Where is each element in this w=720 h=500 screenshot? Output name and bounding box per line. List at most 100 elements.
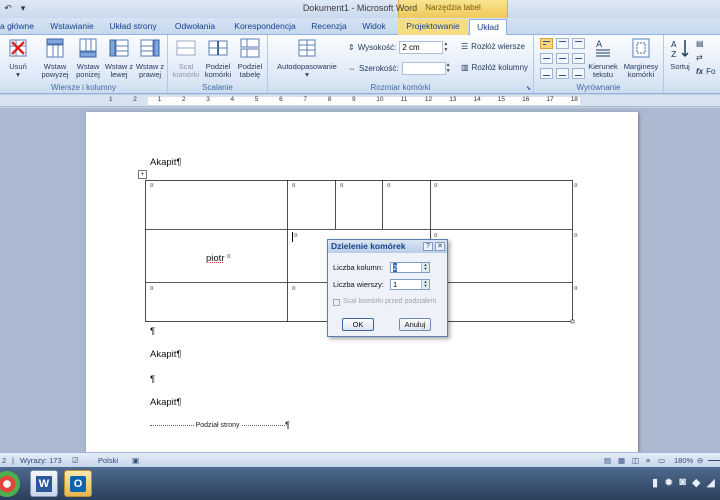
volume-icon[interactable]: ◢ [706,476,714,489]
outlook-tray-icon[interactable]: ◙ [679,476,686,489]
tab-home[interactable]: a główne [0,19,36,35]
insert-below-button[interactable]: Wstaw poniżej [72,37,104,79]
group-data: AZ Sortuj ▤ ⇄ fx Fo [664,35,720,93]
height-spin-arrows[interactable]: ▲ ▼ [443,41,452,54]
paragraph-3[interactable]: ¶ [150,374,155,385]
tab-insert[interactable]: Wstawianie [46,19,98,35]
merge-before-split-checkbox[interactable] [333,299,340,306]
align-top-right-icon[interactable] [572,38,585,49]
cell-end-mark: ¤ [387,182,391,189]
help-button[interactable]: ? [423,242,433,251]
height-input[interactable]: 2 cm ▲ ▼ [399,41,448,54]
settings-icon[interactable]: ✹ [664,476,673,489]
horizontal-ruler[interactable]: 1 2 1 2 3 4 5 6 7 8 9 10 11 12 13 14 15 16 17 18 [0,95,720,107]
dialog-launcher-icon[interactable]: ⬊ [526,85,531,92]
tab-page-layout[interactable]: Układ strony [104,19,162,35]
width-spin-arrows[interactable]: ▲ ▼ [446,62,455,75]
distribute-cols-button[interactable]: ▥ Rozłóż kolumny [461,63,528,72]
language-status[interactable]: Polski [98,456,118,465]
merge-before-split-label: Scal komórki przed podziałem [343,298,437,305]
rows-label: Liczba wierszy: [333,280,384,289]
row-end-mark: ¤ [574,285,578,292]
title-bar: ↶ ▾ Narzędzia tabel Dokument1 - Microsof… [0,0,720,18]
columns-input[interactable]: 2 ▲ ▼ [390,262,430,273]
zoom-slider[interactable] [708,460,720,461]
rows-spin-arrows[interactable]: ▲ ▼ [421,280,429,289]
macro-icon[interactable]: ▣ [132,456,139,465]
insert-right-button[interactable]: Wstaw z prawej [134,37,166,79]
word-count[interactable]: Wyrazy: 173 [20,456,62,465]
web-layout-icon[interactable]: ◫ [632,456,639,465]
rows-input[interactable]: 1 ▲ ▼ [390,279,430,290]
text-direction-button[interactable]: A Kierunek tekstu [586,37,620,79]
ruler-number: 10 [376,96,384,103]
align-bottom-center-icon[interactable] [556,68,569,79]
draft-icon[interactable]: ▭ [658,456,665,465]
tab-layout[interactable]: Układ [469,19,507,35]
tab-design[interactable]: Projektowanie [398,19,468,35]
distribute-rows-icon: ☰ [461,42,469,51]
status-bar: 2 | Wyrazy: 173 ☑ Polski ▣ ▤ ▦ ◫ ≡ ▭ 180… [0,452,720,467]
network-icon[interactable]: ▮ [652,476,658,489]
row-height-icon: ⇕ [348,43,355,52]
paragraph-4[interactable]: Akapit¶ [150,397,182,408]
formula-icon: fx [696,67,704,76]
split-cells-button[interactable]: Podziel komórki [202,37,234,79]
cell-end-mark: ¤ [227,253,231,260]
ok-button[interactable]: OK [342,318,374,331]
chrome-icon[interactable] [0,471,20,497]
tab-review[interactable]: Recenzja [306,19,352,35]
distribute-rows-button[interactable]: ☰ Rozłóż wiersze [461,42,525,51]
merge-cells-button[interactable]: Scal komórki [170,37,202,79]
print-layout-icon[interactable]: ▤ [604,456,611,465]
align-bottom-left-icon[interactable] [540,68,553,79]
align-bottom-right-icon[interactable] [572,68,585,79]
tab-references[interactable]: Odwołania [170,19,220,35]
insert-above-button[interactable]: Wstaw powyżej [38,37,72,79]
cell-margins-button[interactable]: Marginesy komórki [620,37,662,79]
outlook-icon: O [70,476,86,492]
notification-icon[interactable]: ◆ [692,476,700,489]
text-direction-label: Kierunek tekstu [588,62,618,79]
autofit-button[interactable]: Autodopasowanie ▾ [272,37,342,79]
align-middle-right-icon[interactable] [572,53,585,64]
chevron-down-icon: ▾ [305,70,309,79]
full-screen-icon[interactable]: ▦ [618,456,625,465]
convert-to-text-icon[interactable]: ⇄ [696,53,703,62]
formula-label: Fo [706,67,716,76]
split-cells-icon [208,40,228,56]
zoom-level[interactable]: 180% [674,456,693,465]
cancel-button[interactable]: Anuluj [399,318,431,331]
close-button[interactable]: ✕ [435,242,445,251]
paragraph-mark[interactable]: ¶ [150,326,155,337]
ruler-number: 15 [497,96,506,103]
outline-icon[interactable]: ≡ [646,456,650,465]
divider: | [12,456,14,465]
align-middle-left-icon[interactable] [540,53,553,64]
word-icon: W [36,476,52,492]
delete-button[interactable]: Usuń ▾ [4,37,32,79]
page-indicator[interactable]: 2 [2,456,6,465]
columns-spin-arrows[interactable]: ▲ ▼ [421,263,429,272]
width-input[interactable]: ▲ ▼ [401,62,451,75]
sort-button[interactable]: AZ Sortuj [666,37,694,71]
zoom-out-icon[interactable]: ⊖ [697,456,703,465]
insert-left-button[interactable]: Wstaw z lewej [104,37,134,79]
tab-mailings[interactable]: Korespondencja [230,19,300,35]
repeat-header-icon[interactable]: ▤ [696,39,704,48]
split-table-button[interactable]: Podziel tabelę [234,37,266,79]
align-top-center-icon[interactable] [556,38,569,49]
align-middle-center-icon[interactable] [556,53,569,64]
formula-button[interactable]: fx Fo [696,67,715,76]
table-cell-text[interactable]: piotr [206,253,224,264]
height-label: Wysokość: [357,43,397,52]
col-width-icon: ⇔ [348,64,356,73]
paragraph-2[interactable]: Akapit¶ [150,349,182,360]
ruler-number: 12 [424,96,433,103]
word-taskbar-button[interactable]: W [30,470,58,497]
ruler-number: 18 [570,96,578,103]
proofing-icon[interactable]: ☑ [72,456,79,465]
tab-view[interactable]: Widok [356,19,392,35]
align-top-left-icon[interactable] [540,38,553,49]
outlook-taskbar-button[interactable]: O [64,470,92,497]
